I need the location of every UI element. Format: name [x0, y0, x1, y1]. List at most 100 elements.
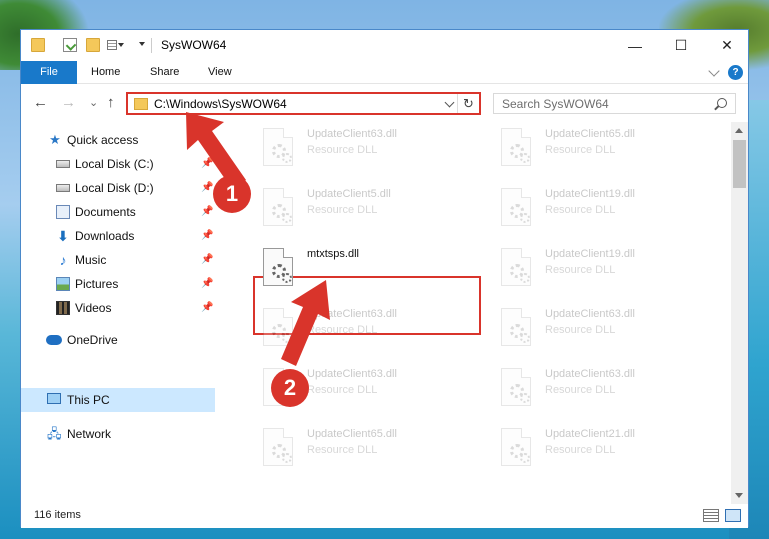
window-title: SysWOW64	[161, 38, 227, 52]
file-type: Resource DLL	[307, 144, 378, 156]
sidebar-item-label: Videos	[75, 301, 112, 315]
list-item[interactable]: UpdateClient65.dll Resource DLL	[259, 422, 484, 474]
dll-file-icon	[501, 428, 531, 466]
sidebar-item-quick-access[interactable]: ★ Quick access	[21, 128, 215, 152]
up-button[interactable]: ↑	[107, 94, 115, 112]
search-box[interactable]	[493, 93, 736, 114]
minimize-button[interactable]: —	[612, 30, 658, 61]
sidebar-item-videos[interactable]: Videos 📌	[21, 296, 215, 320]
sidebar-item-pictures[interactable]: Pictures 📌	[21, 272, 215, 296]
address-bar[interactable]: C:\Windows\SysWOW64 ↻	[126, 92, 481, 115]
back-button[interactable]: ←	[33, 94, 48, 112]
file-name: UpdateClient63.dll	[545, 368, 635, 380]
new-folder-icon[interactable]	[86, 38, 100, 52]
file-type: Resource DLL	[545, 324, 616, 336]
pin-icon[interactable]: 📌	[201, 302, 213, 313]
file-name: UpdateClient65.dll	[307, 428, 397, 440]
scroll-down-icon[interactable]	[735, 493, 743, 498]
vertical-scrollbar[interactable]	[731, 122, 748, 504]
list-item[interactable]: UpdateClient21.dll Resource DLL	[497, 422, 722, 474]
sidebar-item-local-disk-c[interactable]: Local Disk (C:) 📌	[21, 152, 215, 176]
folder-icon	[31, 38, 45, 52]
file-type: Resource DLL	[307, 324, 378, 336]
file-type: Resource DLL	[545, 444, 616, 456]
pin-icon[interactable]: 📌	[201, 278, 213, 289]
sidebar-item-downloads[interactable]: ⬇ Downloads 📌	[21, 224, 215, 248]
sidebar-item-label: Documents	[75, 205, 136, 219]
pin-icon[interactable]: 📌	[201, 254, 213, 265]
list-item[interactable]: UpdateClient63.dll Resource DLL	[259, 122, 484, 174]
file-type: Resource DLL	[545, 384, 616, 396]
address-path[interactable]: C:\Windows\SysWOW64	[154, 97, 287, 111]
dll-file-icon	[501, 188, 531, 226]
tab-home[interactable]: Home	[91, 61, 120, 84]
sidebar-item-label: Music	[75, 253, 107, 267]
pin-icon[interactable]: 📌	[201, 182, 213, 193]
sidebar-item-label: Pictures	[75, 277, 119, 291]
properties-icon[interactable]	[63, 38, 77, 52]
close-button[interactable]: ✕	[704, 30, 750, 61]
list-item[interactable]: UpdateClient63.dll Resource DLL	[259, 302, 484, 354]
tab-file[interactable]: File	[21, 61, 77, 84]
sidebar-item-label: This PC	[67, 393, 110, 407]
tab-share[interactable]: Share	[150, 61, 179, 84]
star-icon: ★	[49, 132, 61, 147]
scroll-up-icon[interactable]	[735, 128, 743, 133]
list-item[interactable]: UpdateClient19.dll Resource DLL	[497, 182, 722, 234]
sidebar-item-label: Local Disk (D:)	[75, 181, 154, 195]
documents-icon	[56, 205, 70, 219]
sidebar-item-onedrive[interactable]: OneDrive	[21, 328, 215, 352]
chevron-down-icon[interactable]	[444, 97, 455, 108]
explorer-window: SysWOW64 — ☐ ✕ File Home Share View ? ← …	[20, 29, 750, 528]
search-input[interactable]	[494, 94, 704, 113]
list-item[interactable]: UpdateClient65.dll Resource DLL	[497, 122, 722, 174]
expand-ribbon-icon[interactable]	[708, 65, 720, 77]
status-bar: 116 items	[21, 504, 748, 528]
scroll-thumb[interactable]	[733, 140, 746, 188]
dll-file-icon	[501, 308, 531, 346]
search-icon[interactable]	[717, 98, 727, 108]
ribbon-tabs: File Home Share View ?	[21, 61, 748, 84]
customize-toolbar-icon[interactable]	[107, 38, 124, 52]
list-item[interactable]: UpdateClient63.dll Resource DLL	[497, 362, 722, 414]
sidebar-item-network[interactable]: 🖧 Network	[21, 422, 215, 446]
details-view-icon[interactable]	[703, 509, 719, 522]
sidebar-item-label: Local Disk (C:)	[75, 157, 154, 171]
sidebar-item-label: Downloads	[75, 229, 135, 243]
dll-file-icon	[263, 308, 293, 346]
dll-file-icon	[501, 368, 531, 406]
file-name: UpdateClient63.dll	[307, 128, 397, 140]
large-icons-view-icon[interactable]	[725, 509, 741, 522]
file-type: Resource DLL	[307, 444, 378, 456]
file-name: UpdateClient63.dll	[545, 308, 635, 320]
list-item[interactable]: UpdateClient19.dll Resource DLL	[497, 242, 722, 294]
file-list: UpdateClient63.dll Resource DLL UpdateCl…	[235, 122, 731, 504]
sidebar-item-this-pc[interactable]: This PC	[21, 388, 215, 412]
forward-button[interactable]: →	[61, 94, 76, 112]
refresh-button[interactable]: ↻	[457, 94, 479, 113]
pin-icon[interactable]: 📌	[201, 206, 213, 217]
pin-icon[interactable]: 📌	[201, 158, 213, 169]
sidebar-item-music[interactable]: ♪ Music 📌	[21, 248, 215, 272]
recent-locations-button[interactable]: ⌄	[89, 94, 98, 112]
sidebar-item-documents[interactable]: Documents 📌	[21, 200, 215, 224]
help-icon[interactable]: ?	[728, 65, 743, 80]
file-type: Resource DLL	[307, 204, 378, 216]
file-name: UpdateClient19.dll	[545, 188, 635, 200]
list-item-mtxtsps[interactable]: mtxtsps.dll	[259, 242, 484, 294]
dll-file-icon	[263, 188, 293, 226]
maximize-button[interactable]: ☐	[658, 30, 704, 61]
tab-view[interactable]: View	[208, 61, 232, 84]
pin-icon[interactable]: 📌	[201, 230, 213, 241]
file-name: UpdateClient5.dll	[307, 188, 391, 200]
sidebar-item-label: Network	[67, 427, 112, 441]
file-type: Resource DLL	[307, 384, 378, 396]
list-item[interactable]: UpdateClient63.dll Resource DLL	[497, 302, 722, 354]
quick-access-dropdown-icon[interactable]	[139, 42, 145, 46]
file-name: UpdateClient21.dll	[545, 428, 635, 440]
file-name: mtxtsps.dll	[307, 248, 359, 260]
cloud-icon	[46, 335, 62, 345]
sidebar-item-local-disk-d[interactable]: Local Disk (D:) 📌	[21, 176, 215, 200]
dll-file-icon	[263, 248, 293, 286]
list-item[interactable]: UpdateClient5.dll Resource DLL	[259, 182, 484, 234]
